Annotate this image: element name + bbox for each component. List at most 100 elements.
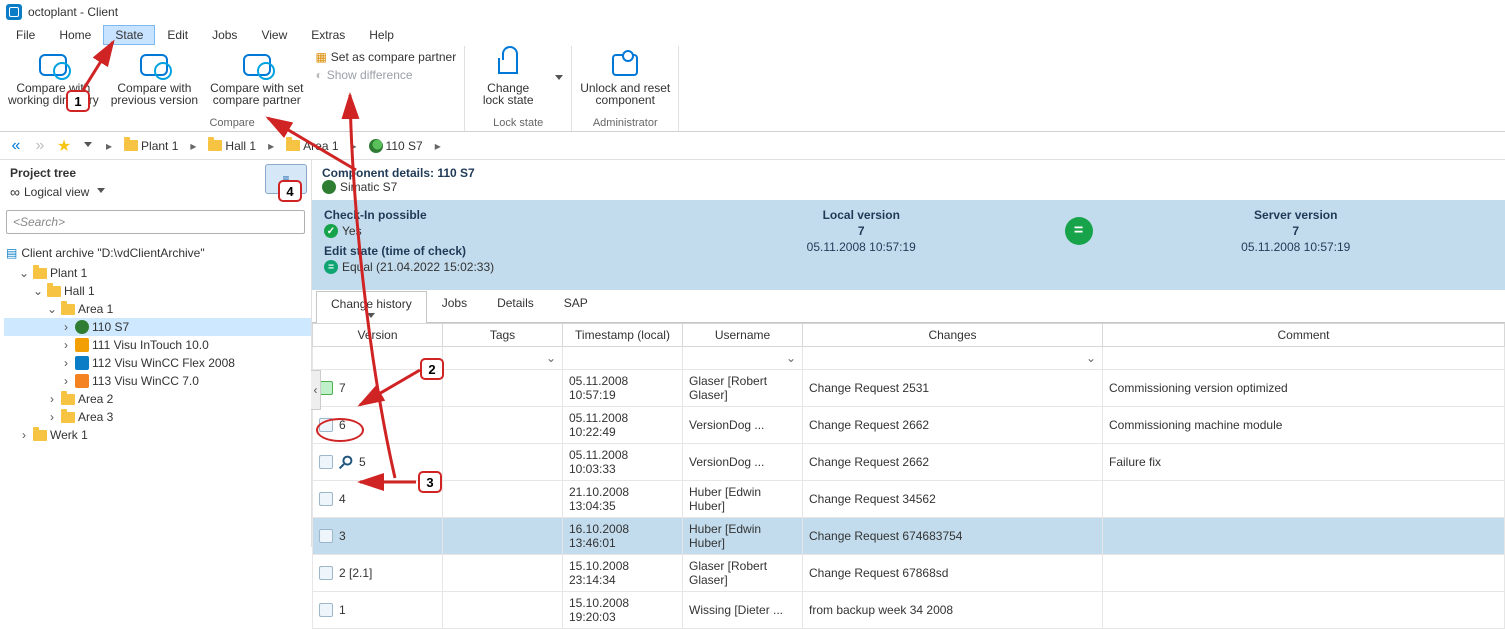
lockstate-dropdown[interactable] [555,71,563,85]
version-state-icon [319,603,333,617]
menu-help[interactable]: Help [357,25,406,45]
table-row[interactable]: 505.11.2008 10:03:33VersionDog ...Change… [313,444,1505,481]
ribbon-group-admin: Unlock and reset component Administrator [572,46,679,131]
tree-node-hall1[interactable]: ⌄Hall 1 [4,282,311,300]
version-state-icon [319,529,333,543]
version-number: 4 [339,492,346,506]
breadcrumb-110s7[interactable]: 110 S7 [365,137,427,155]
compare-icon [140,54,168,76]
search-input[interactable]: <Search> [6,210,305,234]
set-compare-partner-button[interactable]: ▦ Set as compare partner [315,50,456,64]
menu-home[interactable]: Home [47,25,103,45]
chevron-down-icon [367,313,375,318]
tab-change-history[interactable]: Change history [316,291,427,323]
version-state-icon [319,455,333,469]
col-username[interactable]: Username [683,324,803,347]
tree-node-area2[interactable]: ›Area 2 [4,390,311,408]
table-row[interactable]: 2 [2.1]15.10.2008 23:14:34Glaser [Robert… [313,555,1505,592]
component-title: Component details: 110 S7 [322,166,1495,180]
editstate-value: Equal (21.04.2022 15:02:33) [342,260,494,274]
table-row[interactable]: 605.11.2008 10:22:49VersionDog ...Change… [313,407,1505,444]
filter-ts[interactable] [563,347,683,370]
breadcrumb-bar: « » ★ ▸ Plant 1▸ Hall 1▸ Area 1▸ 110 S7▸ [0,132,1505,160]
col-tags[interactable]: Tags [443,324,563,347]
compare-previous-button[interactable]: Compare with previous version [111,50,198,106]
menu-edit[interactable]: Edit [155,25,200,45]
equals-badge-icon: = [1065,217,1093,245]
infinity-icon: ∞ [10,184,20,200]
version-state-icon [319,381,333,395]
version-state-icon [319,492,333,506]
filter-version[interactable]: ⌄ [313,347,443,370]
col-timestamp[interactable]: Timestamp (local) [563,324,683,347]
nav-back-button[interactable]: « [6,137,26,155]
compare-set-partner-button[interactable]: Compare with set compare partner [210,50,303,106]
app-icon [6,4,22,20]
tree-node-110s7[interactable]: ›110 S7 [4,318,311,336]
breadcrumb-plant1[interactable]: Plant 1 [120,137,182,155]
tree-node-111[interactable]: ›111 Visu InTouch 10.0 [4,336,311,354]
local-version-col: Local version 7 05.11.2008 10:57:19 [664,208,1059,254]
sidebar-title: Project tree [10,166,76,180]
nav-fav-star-icon[interactable]: ★ [54,137,74,155]
nav-fwd-button[interactable]: » [30,137,50,155]
folder-icon [124,140,138,151]
compare-working-dir-button[interactable]: Compare with working directory [8,50,99,106]
archive-root[interactable]: ▤ Client archive "D:\vdClientArchive" [2,244,309,262]
sidebar-layout-toggle[interactable]: ≡ [265,164,307,194]
change-lockstate-button[interactable]: Change lock state [473,50,543,106]
check-icon: ✓ [324,224,338,238]
ribbon-group-lock: Change lock state Lock state [465,46,572,131]
table-row[interactable]: 421.10.2008 13:04:35Huber [Edwin Huber]C… [313,481,1505,518]
version-number: 2 [2.1] [339,566,372,580]
group-label-compare: Compare [209,115,254,129]
folder-icon [33,268,47,279]
tab-jobs[interactable]: Jobs [427,290,482,322]
menu-view[interactable]: View [249,25,299,45]
tree-node-plant1[interactable]: ⌄Plant 1 [4,264,311,282]
tree-node-area1[interactable]: ⌄Area 1 [4,300,311,318]
col-comment[interactable]: Comment [1103,324,1505,347]
list-icon: ▤ [6,246,17,260]
folder-icon [61,412,75,423]
menu-file[interactable]: File [4,25,47,45]
puzzle-icon [612,54,638,76]
breadcrumb-area1[interactable]: Area 1 [282,137,342,155]
filter-tags[interactable]: ⌄ [443,347,563,370]
menu-state[interactable]: State [103,25,155,45]
filter-user[interactable]: ⌄ [683,347,803,370]
table-row[interactable]: 705.11.2008 10:57:19Glaser [Robert Glase… [313,370,1505,407]
version-number: 1 [339,603,346,617]
tab-details[interactable]: Details [482,290,549,322]
wincc-icon [75,374,89,388]
show-difference-button[interactable]: ◐ Show difference [315,68,412,82]
nav-dropdown[interactable] [78,137,98,155]
equal-icon: = [324,260,338,274]
table-row[interactable]: 316.10.2008 13:46:01Huber [Edwin Huber]C… [313,518,1505,555]
col-version[interactable]: Version [313,324,443,347]
menu-extras[interactable]: Extras [299,25,357,45]
breadcrumb-hall1[interactable]: Hall 1 [204,137,260,155]
grid-filter-row: ⌄ ⌄ ⌄ ⌄ [313,347,1505,370]
unlock-reset-button[interactable]: Unlock and reset component [580,50,670,106]
tree-node-area3[interactable]: ›Area 3 [4,408,311,426]
tree-node-werk1[interactable]: ›Werk 1 [4,426,311,444]
col-changes[interactable]: Changes [803,324,1103,347]
tab-sap[interactable]: SAP [549,290,603,322]
table-row[interactable]: 115.10.2008 19:20:03Wissing [Dieter ...f… [313,592,1505,629]
component-subtitle: Simatic S7 [340,180,397,194]
menubar: File Home State Edit Jobs View Extras He… [0,24,1505,46]
filter-comment[interactable] [1103,347,1505,370]
content: ‹ Component details: 110 S7 Simatic S7 C… [312,160,1505,547]
ribbon-group-compare: Compare with working directory Compare w… [0,46,465,131]
folder-icon [208,140,222,151]
collapse-sidebar-button[interactable]: ‹ [311,370,321,410]
home-icon[interactable]: ▸ [102,139,116,153]
tree-node-112[interactable]: ›112 Visu WinCC Flex 2008 [4,354,311,372]
filter-changes[interactable]: ⌄ [803,347,1103,370]
version-number: 3 [339,529,346,543]
winccflex-icon [75,356,89,370]
status-panel: Check-In possible ✓Yes Edit state (time … [312,200,1505,290]
tree-node-113[interactable]: ›113 Visu WinCC 7.0 [4,372,311,390]
menu-jobs[interactable]: Jobs [200,25,249,45]
